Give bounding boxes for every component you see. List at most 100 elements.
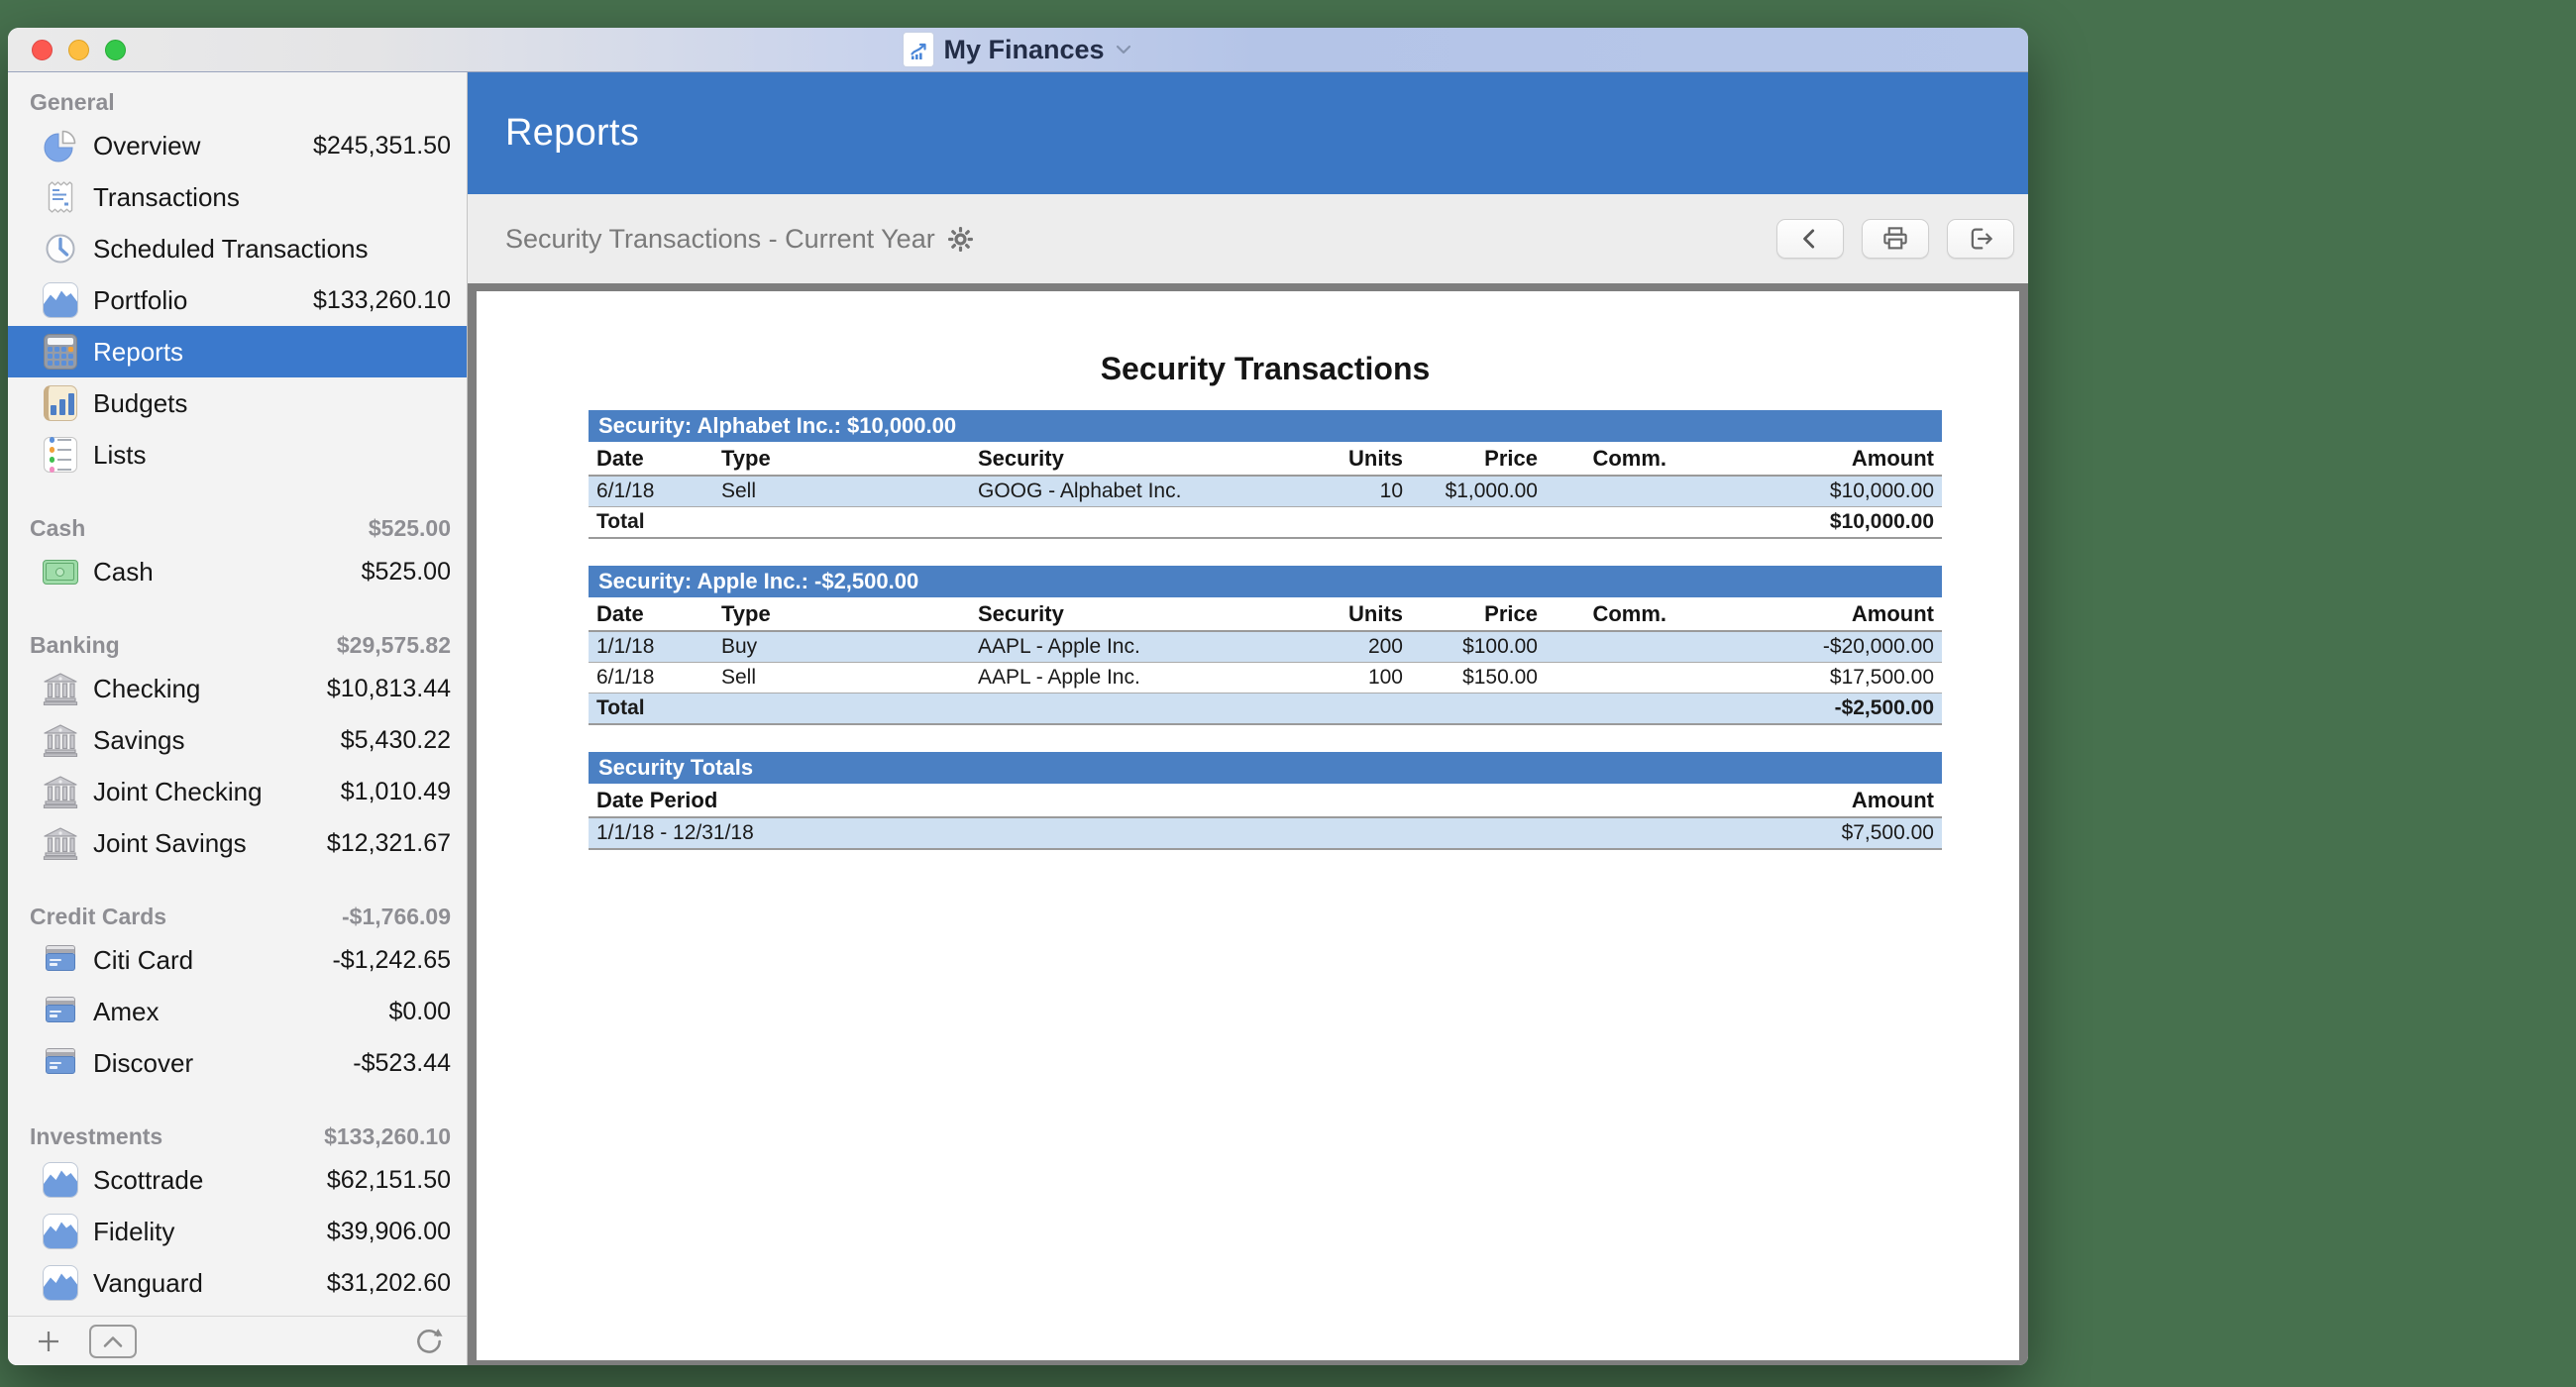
content-area: Reports Security Transactions - Current … — [468, 72, 2028, 1365]
bank-icon — [42, 774, 78, 810]
report-data-table: Date Period Amount 1/1/18 - 12/31/18 $7,500… — [589, 784, 1942, 850]
table-cell: -$20,000.00 — [1674, 631, 1942, 663]
sidebar-section-amount: $133,260.10 — [324, 1122, 451, 1149]
sidebar-item-amex[interactable]: Amex $0.00 — [8, 986, 467, 1037]
back-button[interactable] — [1776, 219, 1844, 259]
table-row: 1/1/18 - 12/31/18 $7,500.00 — [589, 817, 1942, 850]
export-button[interactable] — [1947, 219, 2014, 259]
bar-chart-icon — [42, 385, 78, 422]
column-header: Comm. — [1546, 442, 1674, 477]
sidebar-item-label: Budgets — [93, 387, 188, 418]
table-section-header: Security: Apple Inc.: -$2,500.00 — [589, 566, 1942, 597]
report-page: Security Transactions Security: Alphabet… — [477, 291, 2019, 1360]
table-cell: 1/1/18 - 12/31/18 — [589, 817, 1674, 850]
sidebar-section-amount: $29,575.82 — [336, 631, 451, 658]
sidebar-item-amount: $1,010.49 — [340, 777, 451, 805]
panel-collapse-button[interactable] — [89, 1325, 137, 1358]
column-header: Date — [589, 442, 713, 477]
printer-icon — [1880, 224, 1910, 254]
sidebar-item-amount: $525.00 — [361, 557, 451, 586]
table-cell: $10,000.00 — [1674, 476, 1942, 507]
table-cell: 100 — [1303, 662, 1411, 694]
table-cell — [1546, 631, 1674, 663]
sidebar-item-scheduled-transactions[interactable]: Scheduled Transactions — [8, 223, 467, 274]
sidebar-section-label: Investments — [30, 1122, 163, 1149]
sidebar-item-savings[interactable]: Savings $5,430.22 — [8, 714, 467, 766]
page-header: Reports — [468, 72, 2028, 194]
table-cell: AAPL - Apple Inc. — [970, 631, 1303, 663]
list-icon — [42, 437, 78, 474]
sidebar-item-scottrade[interactable]: Scottrade $62,151.50 — [8, 1154, 467, 1206]
table-row: 6/1/18 Sell GOOG - Alphabet Inc. 10 $1,000.0… — [589, 476, 1942, 507]
sidebar-item-budgets[interactable]: Budgets — [8, 377, 467, 429]
report-table: Security: Alphabet Inc.: $10,000.00 Date T… — [589, 410, 1942, 539]
table-section-header: Security: Alphabet Inc.: $10,000.00 — [589, 410, 1942, 442]
sidebar-item-cash[interactable]: Cash $525.00 — [8, 546, 467, 597]
sidebar-item-vanguard[interactable]: Vanguard $31,202.60 — [8, 1257, 467, 1309]
sidebar-item-joint-savings[interactable]: Joint Savings $12,321.67 — [8, 817, 467, 869]
column-header: Security — [970, 597, 1303, 632]
table-cell — [1546, 662, 1674, 694]
table-cell: GOOG - Alphabet Inc. — [970, 476, 1303, 507]
sidebar-item-joint-checking[interactable]: Joint Checking $1,010.49 — [8, 766, 467, 817]
column-header: Security — [970, 442, 1303, 477]
sidebar-item-discover[interactable]: Discover -$523.44 — [8, 1037, 467, 1089]
document-chart-icon — [904, 33, 934, 66]
title-group: My Finances — [8, 28, 2028, 71]
sidebar-item-lists[interactable]: Lists — [8, 429, 467, 480]
sidebar-item-label: Portfolio — [93, 284, 188, 315]
export-icon — [1966, 224, 1995, 254]
chevron-up-icon — [101, 1334, 125, 1349]
sidebar-item-transactions[interactable]: Transactions — [8, 171, 467, 223]
sidebar-item-label: Reports — [93, 336, 184, 367]
clock-icon — [42, 231, 78, 267]
window-title: My Finances — [943, 34, 1105, 64]
table-row: 6/1/18 Sell AAPL - Apple Inc. 100 $150.00 $17… — [589, 662, 1942, 694]
table-cell: AAPL - Apple Inc. — [970, 662, 1303, 694]
area-chart-icon — [42, 1265, 78, 1302]
sidebar-item-checking[interactable]: Checking $10,813.44 — [8, 663, 467, 714]
column-header: Price — [1411, 442, 1546, 477]
chevron-down-icon[interactable] — [1115, 44, 1132, 55]
credit-card-icon — [42, 942, 78, 979]
report-data-table: Date Type Security Units Price Comm. Amount 1/1… — [589, 597, 1942, 725]
app-window: My Finances General Overview $245,351.50 Tr… — [8, 28, 2028, 1365]
column-header: Comm. — [1546, 597, 1674, 632]
sidebar-item-label: Joint Savings — [93, 827, 247, 858]
sidebar-item-label: Transactions — [93, 181, 240, 212]
sidebar-item-amount: $10,813.44 — [326, 674, 451, 702]
sidebar-section-amount: -$1,766.09 — [342, 903, 451, 929]
calculator-icon — [42, 334, 78, 371]
credit-card-icon — [42, 1045, 78, 1082]
sidebar-item-amount: $245,351.50 — [312, 131, 451, 160]
total-amount-cell: $10,000.00 — [1674, 506, 1942, 539]
report-table: Security Totals Date Period Amount 1/1/18 -… — [589, 752, 1942, 850]
sidebar-item-reports[interactable]: Reports — [8, 326, 467, 377]
sidebar-item-amount: $133,260.10 — [312, 285, 451, 314]
sidebar-item-fidelity[interactable]: Fidelity $39,906.00 — [8, 1206, 467, 1257]
sidebar-section-amount: $525.00 — [368, 514, 451, 541]
sidebar-section-label: Cash — [30, 514, 86, 541]
sidebar-section-header-cash: Cash $525.00 — [8, 510, 467, 546]
add-account-button[interactable] — [34, 1327, 63, 1356]
sidebar-item-overview[interactable]: Overview $245,351.50 — [8, 120, 467, 171]
sidebar-item-portfolio[interactable]: Portfolio $133,260.10 — [8, 274, 467, 326]
table-cell: $17,500.00 — [1674, 662, 1942, 694]
table-cell: 200 — [1303, 631, 1411, 663]
gear-icon[interactable] — [947, 226, 974, 253]
sidebar: General Overview $245,351.50 Transactions Sc… — [8, 72, 468, 1365]
sidebar-item-label: Discover — [93, 1047, 194, 1078]
table-cell: Sell — [713, 662, 970, 694]
sidebar-section-label: Banking — [30, 631, 120, 658]
table-header-row: Date Type Security Units Price Comm. Amount — [589, 442, 1942, 477]
refresh-button[interactable] — [413, 1326, 445, 1357]
table-cell: 6/1/18 — [589, 662, 713, 694]
table-cell — [1546, 476, 1674, 507]
refresh-icon — [413, 1326, 445, 1357]
sidebar-item-citi-card[interactable]: Citi Card -$1,242.65 — [8, 934, 467, 986]
total-label-cell: Total — [589, 506, 1674, 539]
table-section-header: Security Totals — [589, 752, 1942, 784]
bank-icon — [42, 825, 78, 862]
print-button[interactable] — [1862, 219, 1929, 259]
table-cell: $1,000.00 — [1411, 476, 1546, 507]
